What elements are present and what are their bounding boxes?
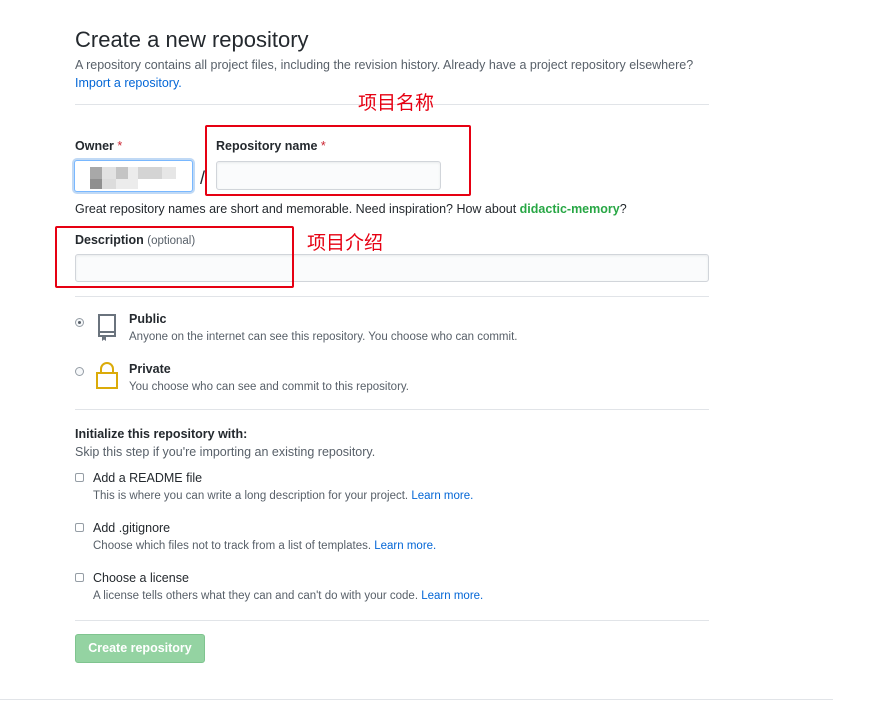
license-learn-more-link[interactable]: Learn more. [421,590,483,602]
owner-select[interactable] [74,160,193,192]
public-radio[interactable] [75,318,84,327]
divider [75,409,709,410]
public-desc: Anyone on the internet can see this repo… [129,331,518,343]
init-subheading: Skip this step if you're importing an ex… [75,445,376,459]
gitignore-desc-line: Choose which files not to track from a l… [93,540,436,552]
license-desc-line: A license tells others what they can and… [93,590,483,602]
create-repository-button[interactable]: Create repository [75,634,205,663]
owner-required-mark: * [117,139,123,153]
private-radio[interactable] [75,367,84,376]
import-repository-link[interactable]: Import a repository. [75,76,182,90]
gitignore-checkbox[interactable] [75,523,84,532]
name-hint-suffix: ? [619,202,627,216]
annotation-box-project-name [205,125,471,196]
readme-learn-more-link[interactable]: Learn more. [411,490,473,502]
footer-divider [0,699,833,700]
owner-label: Owner * [75,139,122,153]
readme-checkbox[interactable] [75,473,84,482]
lock-icon [95,361,119,389]
public-title: Public [129,312,167,326]
annotation-project-intro: 项目介绍 [307,232,384,254]
gitignore-desc: Choose which files not to track from a l… [93,540,372,552]
subtitle-text: A repository contains all project files,… [75,58,694,72]
repo-icon [95,314,119,342]
readme-desc-line: This is where you can write a long descr… [93,490,473,502]
gitignore-title: Add .gitignore [93,521,171,535]
name-hint-text: Great repository names are short and mem… [75,202,520,216]
license-desc: A license tells others what they can and… [93,590,419,602]
license-checkbox[interactable] [75,573,84,582]
init-heading: Initialize this repository with: [75,427,248,441]
annotation-box-project-intro [55,226,294,288]
gitignore-learn-more-link[interactable]: Learn more. [374,540,436,552]
annotation-project-name: 项目名称 [358,92,435,114]
page-subtitle: A repository contains all project files,… [75,56,715,92]
name-hint: Great repository names are short and mem… [75,202,627,216]
private-desc: You choose who can see and commit to thi… [129,381,409,393]
readme-title: Add a README file [93,471,203,485]
page-title: Create a new repository [75,27,309,52]
name-suggestion-link[interactable]: didactic-memory [520,202,620,216]
license-title: Choose a license [93,571,189,585]
owner-label-text: Owner [75,139,114,153]
divider [75,620,709,621]
divider [75,296,709,297]
private-title: Private [129,362,171,376]
readme-desc: This is where you can write a long descr… [93,490,409,502]
